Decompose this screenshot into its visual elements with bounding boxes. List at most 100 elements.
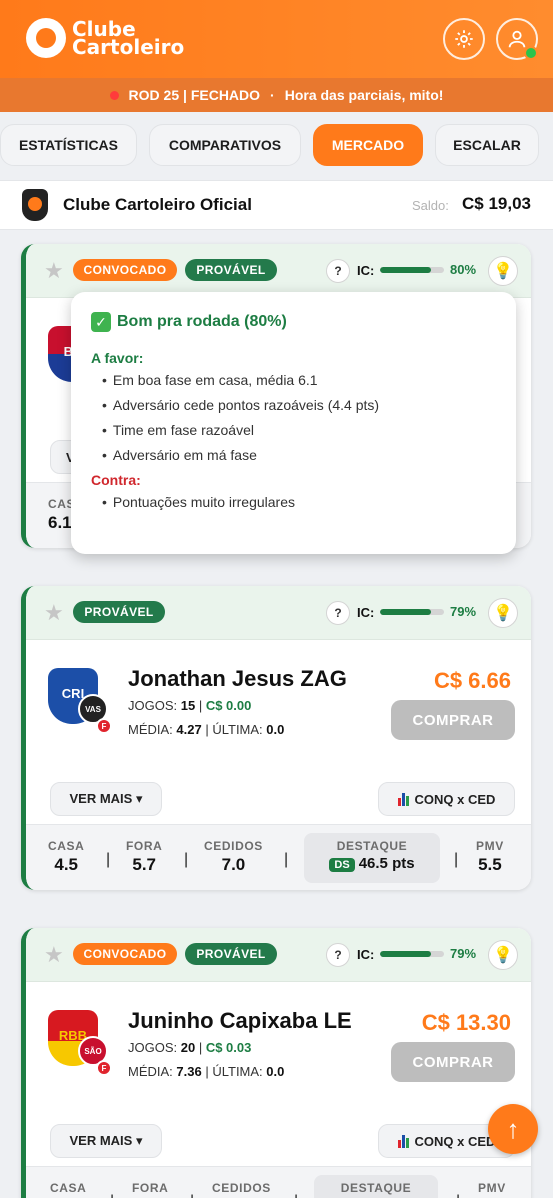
ic-percent: 80% [450,262,477,277]
bar-chart-icon [397,1134,409,1148]
ic-label: IC: [357,947,375,962]
favor-item: Adversário cede pontos razoáveis (4.4 pt… [91,397,496,413]
comprar-button[interactable]: COMPRAR [391,1042,515,1082]
stat-cedidos: CEDIDOS 7.0 [204,839,263,874]
fora-tag: F [96,1060,112,1076]
player-jogos-line: JOGOS: 15 | C$ 0.00 [128,698,252,713]
ic-bar-fill [380,951,431,957]
stat-casa: CASA 4.5 [48,839,85,874]
app-header: Clube Cartoleiro [0,0,553,78]
stat-fora: FORA 5.7 [126,839,163,874]
tab-escalar[interactable]: ESCALAR [435,124,539,166]
player-media-line: MÉDIA: 7.36 | ÚLTIMA: 0.0 [128,1064,285,1079]
contra-item: Pontuações muito irregulares [91,494,496,510]
favorite-star-icon[interactable]: ★ [44,258,64,284]
stat-cedidos: CEDIDOS [212,1181,271,1195]
tab-estatisticas[interactable]: ESTATÍSTICAS [0,124,137,166]
stat-destaque: DESTAQUE DS 46.5 pts [304,833,440,883]
ic-label: IC: [357,263,375,278]
settings-button[interactable] [443,18,485,60]
team-badge: RBB SÃO F [48,1010,112,1076]
check-icon: ✓ [91,312,111,332]
card-header: ★ CONVOCADO PROVÁVEL ? IC: 79% 💡 [26,928,531,982]
card-header: ★ CONVOCADO PROVÁVEL ? IC: 80% 💡 [26,244,531,298]
strip-separator: · [270,87,275,103]
tag-convocado: CONVOCADO [73,259,177,281]
help-button[interactable]: ? [326,943,350,967]
ver-mais-button[interactable]: VER MAIS ▾ [50,782,162,816]
player-name[interactable]: Juninho Capixaba LE [128,1008,352,1034]
stats-row: CASA 4.5 | FORA 5.7 | CEDIDOS 7.0 | DEST… [26,824,531,890]
favor-list: Em boa fase em casa, média 6.1 Adversári… [91,372,496,463]
ic-tooltip: ✓ Bom pra rodada (80%) A favor: Em boa f… [71,292,516,554]
favor-item: Em boa fase em casa, média 6.1 [91,372,496,388]
ic-bar [380,267,444,273]
tag-provavel: PROVÁVEL [185,259,277,281]
user-icon [508,30,526,48]
saldo-value: C$ 19,03 [462,194,531,213]
round-status: ROD 25 | FECHADO [128,87,261,103]
stat-destaque: DESTAQUE [314,1175,438,1198]
stat-casa: CASA [50,1181,87,1195]
favorite-star-icon[interactable]: ★ [44,600,64,626]
ic-label: IC: [357,605,375,620]
player-card: ★ CONVOCADO PROVÁVEL ? IC: 79% 💡 RBB SÃO… [21,928,531,1198]
ic-bar-fill [380,267,432,273]
player-name[interactable]: Jonathan Jesus ZAG [128,666,347,692]
help-button[interactable]: ? [326,601,350,625]
favorite-star-icon[interactable]: ★ [44,942,64,968]
card-header: ★ PROVÁVEL ? IC: 79% 💡 [26,586,531,640]
contra-list: Pontuações muito irregulares [91,494,496,510]
comprar-button[interactable]: COMPRAR [391,700,515,740]
contra-label: Contra: [91,472,141,488]
conq-ced-button[interactable]: CONQ x CED [378,782,515,816]
ver-mais-button[interactable]: VER MAIS ▾ [50,1124,162,1158]
round-message: Hora das parciais, mito! [284,87,444,103]
player-media-line: MÉDIA: 4.27 | ÚLTIMA: 0.0 [128,722,285,737]
help-button[interactable]: ? [326,259,350,283]
nav-tabs: ESTATÍSTICAS COMPARATIVOS MERCADO ESCALA… [0,124,553,168]
ds-badge: DS [329,858,355,872]
tab-comparativos[interactable]: COMPARATIVOS [149,124,301,166]
fora-tag: F [96,718,112,734]
app-logo[interactable]: Clube Cartoleiro [26,18,184,58]
saldo-label: Saldo: [412,198,449,213]
gear-icon [455,30,473,48]
ic-percent: 79% [450,946,477,961]
team-badge: CRI VAS F [48,668,112,734]
scroll-top-button[interactable]: ↑ [488,1104,538,1154]
ic-bar-fill [380,609,431,615]
ic-bar [380,609,444,615]
tab-mercado[interactable]: MERCADO [313,124,423,166]
club-name: Clube Cartoleiro Oficial [63,195,252,214]
club-row: Clube Cartoleiro Oficial Saldo: C$ 19,03 [0,180,553,230]
stat-pmv: PMV 5.5 [476,839,504,874]
lightbulb-icon[interactable]: 💡 [488,256,518,286]
stat-pmv: PMV [478,1181,506,1195]
live-dot-icon [109,90,119,100]
stat-fora: FORA [132,1181,169,1195]
tag-provavel: PROVÁVEL [185,943,277,965]
favor-label: A favor: [91,350,144,366]
tag-convocado: CONVOCADO [73,943,177,965]
lightbulb-icon[interactable]: 💡 [488,940,518,970]
player-price: C$ 6.66 [433,668,511,693]
round-status-strip: ROD 25 | FECHADO · Hora das parciais, mi… [0,78,553,112]
tooltip-title: Bom pra rodada (80%) [117,313,287,330]
ic-bar [380,951,444,957]
tag-provavel: PROVÁVEL [73,601,165,623]
online-status-dot [524,46,538,60]
club-shield-icon [22,189,48,221]
logo-line2: Cartoleiro [72,35,185,59]
favor-item: Adversário em má fase [91,447,496,463]
player-jogos-line: JOGOS: 20 | C$ 0.03 [128,1040,252,1055]
lightbulb-icon[interactable]: 💡 [488,598,518,628]
bar-chart-icon [397,792,409,806]
player-price: C$ 13.30 [421,1010,511,1035]
scroll-top-icon: ↑ [506,1113,520,1144]
player-card: ★ PROVÁVEL ? IC: 79% 💡 CRI VAS F Jonatha… [21,586,531,890]
favor-item: Time em fase razoável [91,422,496,438]
ic-percent: 79% [450,604,477,619]
stats-row: CASA | FORA | CEDIDOS | DESTAQUE | PMV [26,1166,531,1198]
logo-mark-icon [26,18,66,58]
